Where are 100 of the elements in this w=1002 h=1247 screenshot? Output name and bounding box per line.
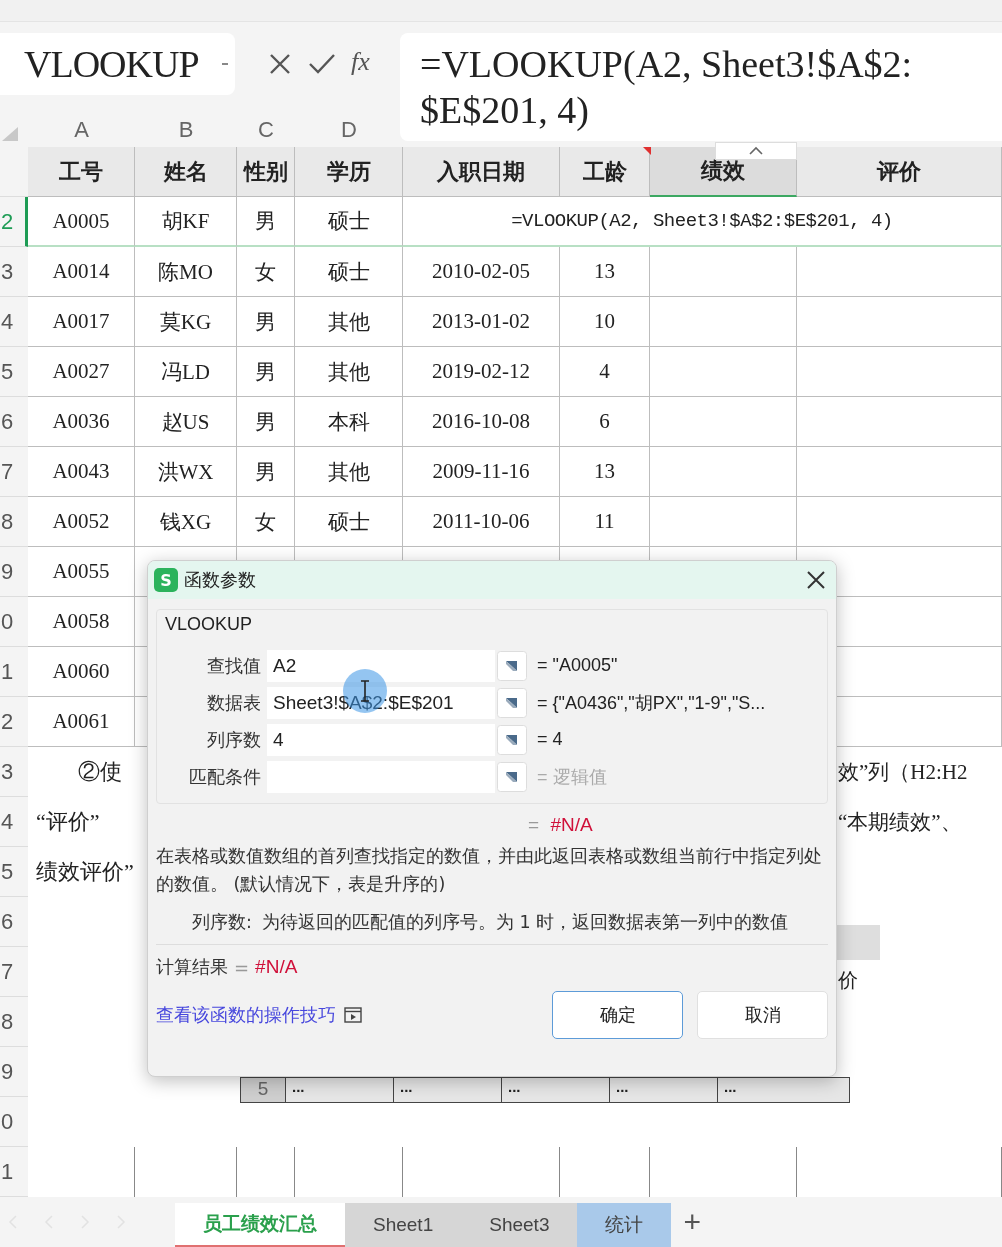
row-number[interactable]: 5: [0, 847, 28, 897]
table-cell: 男: [237, 297, 295, 347]
table-cell: ...: [717, 1078, 849, 1102]
row-number[interactable]: 4: [0, 297, 28, 347]
table-cell: 洪WX: [135, 447, 237, 497]
range-select-icon[interactable]: [497, 650, 527, 681]
table-cell: 11: [560, 497, 650, 547]
argument-label: 查找值: [206, 653, 262, 678]
table-cell: 13: [560, 247, 650, 297]
argument-value: = 逻辑值: [537, 765, 607, 789]
video-icon[interactable]: [344, 1007, 362, 1023]
collapse-tab[interactable]: [715, 142, 797, 160]
row-number[interactable]: 0: [0, 597, 28, 647]
argument-field[interactable]: A2: [267, 649, 495, 682]
calculation-result: #N/A: [255, 956, 298, 978]
header-cell: 工号: [28, 147, 135, 197]
table-cell: A0036: [28, 397, 135, 447]
header-cell: 学历: [295, 147, 403, 197]
table-cell: 2019-02-12: [403, 347, 560, 397]
close-icon[interactable]: [806, 570, 826, 590]
row-number[interactable]: 8: [0, 497, 28, 547]
table-cell: ...: [285, 1078, 393, 1102]
sheet-tab[interactable]: Sheet3: [461, 1203, 578, 1247]
formula-result: #N/A: [550, 814, 593, 835]
row-number[interactable]: 8: [0, 997, 28, 1047]
argument-value: = "A0005": [537, 655, 618, 676]
row-number[interactable]: 6: [0, 897, 28, 947]
note-text: 效”列（H2:H2: [838, 759, 969, 786]
table-cell: A0017: [28, 297, 135, 347]
table-cell: A0060: [28, 647, 135, 697]
range-select-icon[interactable]: [497, 687, 527, 718]
caret-icon[interactable]: [221, 62, 229, 66]
dialog-title: 函数参数: [184, 568, 257, 592]
table-cell: 其他: [295, 347, 403, 397]
row-number[interactable]: 9: [0, 547, 28, 597]
help-link[interactable]: 查看该函数的操作技巧: [156, 1003, 336, 1027]
range-select-icon[interactable]: [497, 724, 527, 755]
row-number[interactable]: 3: [0, 247, 28, 297]
insert-function-button[interactable]: fx: [351, 47, 370, 77]
row-number[interactable]: 2: [0, 697, 28, 747]
row-number[interactable]: 5: [0, 347, 28, 397]
header-cell-text: 价: [838, 968, 858, 993]
argument-field[interactable]: 4: [267, 723, 495, 756]
row-number[interactable]: 3: [0, 747, 28, 797]
table-cell: 胡KF: [135, 197, 237, 247]
note-text: ②使: [78, 758, 122, 786]
table-cell: 男: [237, 347, 295, 397]
table-cell: 硕士: [295, 247, 403, 297]
table-cell: 男: [237, 197, 295, 247]
table-cell: A0058: [28, 597, 135, 647]
row-number[interactable]: 7: [0, 947, 28, 997]
table-cell: A0052: [28, 497, 135, 547]
table-cell: 其他: [295, 297, 403, 347]
cancel-button[interactable]: 取消: [697, 991, 828, 1039]
row-number[interactable]: 1: [0, 647, 28, 697]
note-text: “评价”: [36, 808, 100, 836]
table-cell: 13: [560, 447, 650, 497]
row-number[interactable]: 1: [0, 1147, 28, 1197]
range-select-icon[interactable]: [497, 761, 527, 792]
equals-sign: =: [528, 814, 540, 835]
row-number[interactable]: 0: [0, 1097, 28, 1147]
table-cell: 赵US: [135, 397, 237, 447]
column-header[interactable]: A: [28, 116, 135, 143]
name-box[interactable]: VLOOKUP: [0, 33, 235, 95]
table-cell: A0043: [28, 447, 135, 497]
table-cell: 钱XG: [135, 497, 237, 547]
row-number: 5: [256, 1078, 270, 1101]
row-number[interactable]: 7: [0, 447, 28, 497]
table-cell: 6: [560, 397, 650, 447]
ok-button[interactable]: 确定: [552, 991, 683, 1039]
column-header[interactable]: C: [237, 116, 295, 143]
table-cell: ...: [501, 1078, 609, 1102]
argument-field[interactable]: Sheet3!$A$2:$E$201: [267, 686, 495, 719]
table-cell: 4: [560, 347, 650, 397]
sheet-tab[interactable]: 统计: [577, 1203, 672, 1247]
header-cell: 评价: [797, 147, 1002, 197]
row-number[interactable]: 9: [0, 1047, 28, 1097]
table-cell: 10: [560, 297, 650, 347]
argument-label: 列序数:: [192, 911, 252, 934]
table-cell: 2010-02-05: [403, 247, 560, 297]
table-cell: 男: [237, 397, 295, 447]
table-cell: 其他: [295, 447, 403, 497]
sheet-tab[interactable]: Sheet1: [345, 1203, 462, 1247]
header-cell: 入职日期: [403, 147, 560, 197]
row-number[interactable]: 4: [0, 797, 28, 847]
table-cell: 莫KG: [135, 297, 237, 347]
table-cell: 陈MO: [135, 247, 237, 297]
column-header[interactable]: D: [295, 116, 403, 143]
table-cell: 2011-10-06: [403, 497, 560, 547]
add-sheet-button[interactable]: +: [671, 1197, 713, 1247]
formula-field[interactable]: =VLOOKUP(A2, Sheet3!$A$2: $E$201, 4): [400, 33, 1002, 141]
argument-label: 数据表: [206, 690, 262, 715]
header-cell: 性别: [237, 147, 295, 197]
table-cell: 硕士: [295, 497, 403, 547]
table-cell: 女: [237, 497, 295, 547]
table-cell: 2016-10-08: [403, 397, 560, 447]
table-cell: 本科: [295, 397, 403, 447]
row-number[interactable]: 6: [0, 397, 28, 447]
table-cell: A0061: [28, 697, 135, 747]
column-header[interactable]: B: [135, 116, 237, 143]
